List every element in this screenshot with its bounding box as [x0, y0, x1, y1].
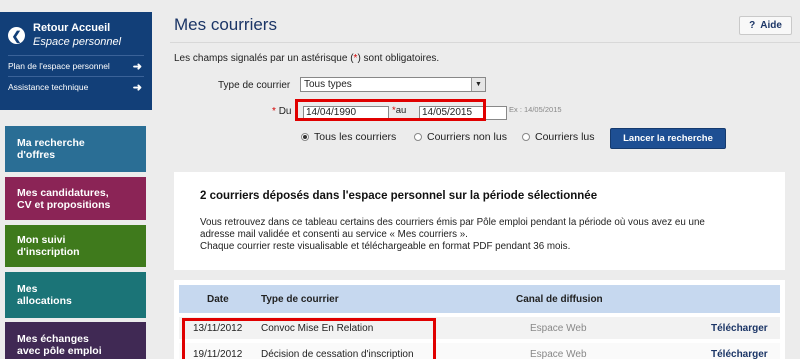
required-star: *	[272, 106, 276, 117]
row-canal: Espace Web	[530, 323, 587, 334]
home-subtitle: Espace personnel	[33, 36, 122, 48]
search-button[interactable]: Lancer la recherche	[610, 128, 726, 149]
home-title[interactable]: Retour Accueil	[33, 21, 121, 35]
download-link[interactable]: Télécharger	[711, 323, 768, 334]
radio-label: Tous les courriers	[314, 131, 397, 143]
sidebar: ❮ Retour Accueil Espace personnel Plan d…	[0, 12, 152, 110]
table-header: Date Type de courrier Canal de diffusion	[179, 285, 780, 313]
type-select-value: Tous types	[304, 79, 352, 90]
info-panel: 2 courriers déposés dans l'espace person…	[174, 172, 785, 270]
download-link[interactable]: Télécharger	[711, 349, 768, 359]
home-panel: ❮ Retour Accueil Espace personnel Plan d…	[0, 12, 152, 110]
radio-button-checked[interactable]	[301, 133, 309, 141]
menu-label-line2: CV et propositions	[17, 198, 111, 211]
home-link[interactable]: ❮ Retour Accueil Espace personnel	[8, 21, 144, 49]
radio-button[interactable]	[522, 133, 530, 141]
help-label: Aide	[760, 20, 782, 31]
date-highlight-box	[295, 99, 486, 121]
row-canal: Espace Web	[530, 349, 587, 359]
required-note: Les champs signalés par un astérisque (*…	[174, 53, 439, 64]
info-text: Chaque courrier reste visualisable et té…	[200, 241, 571, 252]
info-title: 2 courriers déposés dans l'espace person…	[200, 190, 598, 202]
menu-echanges[interactable]: Mes échanges avec pôle emploi	[5, 322, 146, 359]
header-type: Type de courrier	[261, 294, 339, 305]
radio-non-lus[interactable]: Courriers non lus	[414, 131, 507, 143]
header-canal: Canal de diffusion	[516, 294, 603, 305]
menu-label-line2: d'offres	[17, 149, 56, 161]
menu-suivi-inscription[interactable]: Mon suivi d'inscription	[5, 225, 146, 267]
type-select[interactable]: Tous types ▼	[300, 77, 486, 92]
menu-candidatures[interactable]: Mes candidatures, CV et propositions	[5, 177, 146, 220]
du-label-text: Du	[278, 106, 292, 117]
page-title: Mes courriers	[174, 15, 277, 34]
menu-label-line1: Mes échanges	[17, 333, 89, 345]
menu-label-line2: avec pôle emploi	[17, 345, 102, 357]
rows-highlight-box	[182, 318, 436, 359]
radio-tous[interactable]: Tous les courriers	[301, 131, 396, 143]
radio-label: Courriers non lus	[427, 131, 507, 143]
menu-label-line1: Mon suivi	[17, 234, 66, 246]
du-label: * Du	[272, 106, 291, 117]
type-label: Type de courrier	[218, 80, 291, 91]
menu-label-line2: d'inscription	[17, 246, 80, 258]
menu-label-line1: Ma recherche	[17, 137, 85, 149]
radio-label: Courriers lus	[535, 131, 595, 143]
help-icon: ?	[749, 20, 756, 31]
info-text: adresse mail validée et consenti au serv…	[200, 229, 468, 240]
header-date: Date	[207, 294, 229, 305]
plan-link-label[interactable]: Plan de l'espace personnel	[8, 61, 110, 71]
title-divider	[170, 42, 800, 43]
menu-label-line2: allocations	[17, 295, 72, 307]
assistance-link[interactable]: Assistance technique ➜	[8, 76, 144, 97]
help-button[interactable]: ? Aide	[739, 16, 792, 35]
assistance-link-label[interactable]: Assistance technique	[8, 82, 88, 92]
required-note-text-end: ) sont obligatoires.	[357, 53, 440, 64]
date-example: Ex : 14/05/2015	[509, 105, 562, 114]
menu-label-line1: Mes	[17, 283, 38, 295]
info-text: Vous retrouvez dans ce tableau certains …	[200, 217, 705, 228]
menu-recherche-offres[interactable]: Ma recherche d'offres	[5, 126, 146, 172]
menu-label-line1: Mes candidatures,	[17, 186, 109, 199]
arrow-right-icon: ➜	[132, 60, 142, 73]
menu-allocations[interactable]: Mes allocations	[5, 272, 146, 318]
radio-button[interactable]	[414, 133, 422, 141]
arrow-right-icon: ➜	[132, 81, 142, 94]
plan-link[interactable]: Plan de l'espace personnel ➜	[8, 55, 144, 76]
radio-lus[interactable]: Courriers lus	[522, 131, 595, 143]
back-arrow-icon[interactable]: ❮	[8, 27, 25, 44]
dropdown-arrow-icon[interactable]: ▼	[471, 78, 485, 91]
required-note-text: Les champs signalés par un astérisque (	[174, 53, 354, 64]
